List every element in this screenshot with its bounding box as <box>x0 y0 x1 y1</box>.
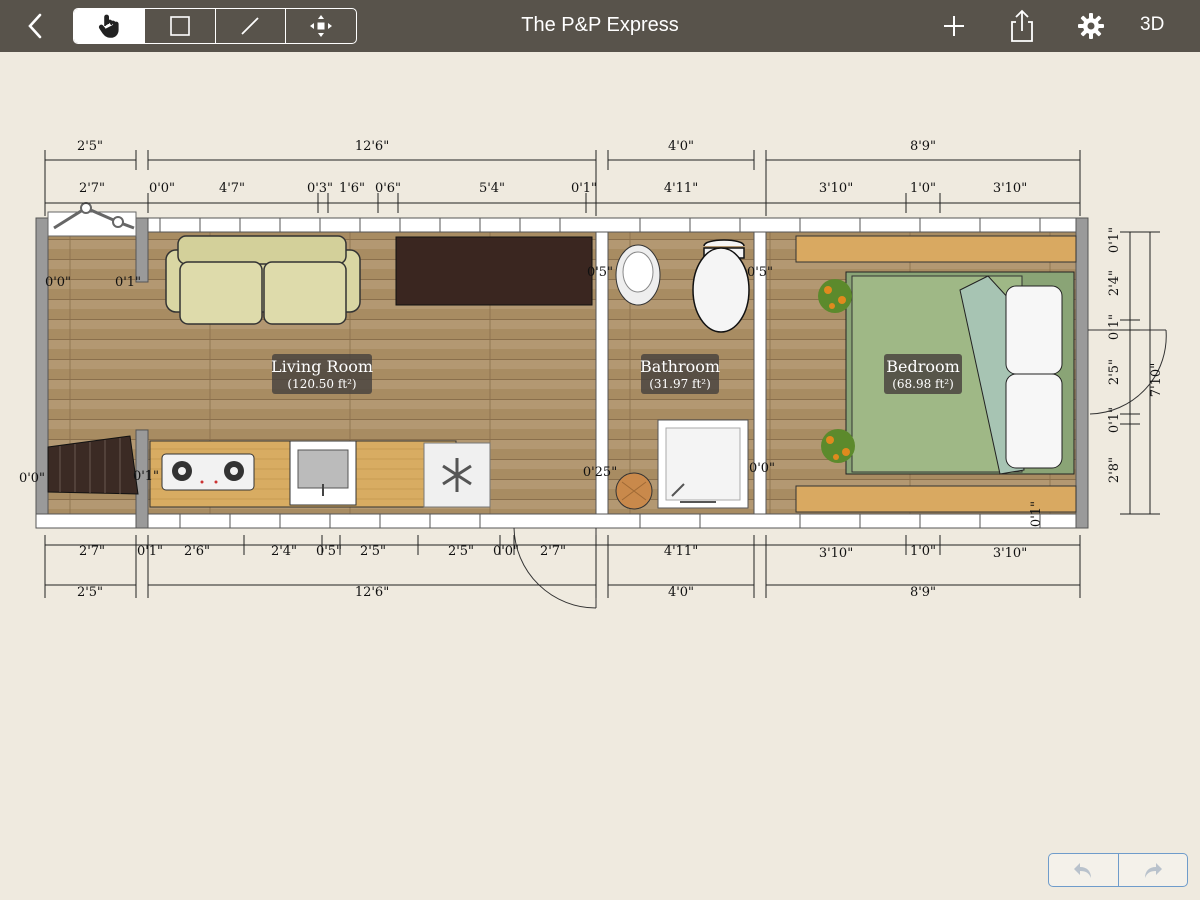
dim-wall: 0'0" <box>749 461 775 476</box>
room-label-bedroom: Bedroom (68.98 ft²) <box>884 354 962 394</box>
dim-top-inner: 2'7" <box>79 181 105 196</box>
dim-top-outer: 12'6" <box>355 139 389 154</box>
room-label-bathroom: Bathroom (31.97 ft²) <box>640 354 720 394</box>
dim-bottom-inner: 0'0" <box>493 544 519 559</box>
dim-bottom-inner: 2'6" <box>184 544 210 559</box>
line-icon <box>241 17 260 35</box>
dim-bottom-inner: 2'5" <box>360 544 386 559</box>
dim-wall: 0'1" <box>133 469 159 484</box>
bathroom-sink[interactable] <box>615 244 661 306</box>
gear-settings-icon[interactable] <box>1073 8 1109 44</box>
dim-bottom-outer: 4'0" <box>668 585 694 600</box>
dim-bottom-inner: 0'5" <box>316 544 342 559</box>
dim-top-inner: 4'7" <box>219 181 245 196</box>
tool-segmented-control <box>73 8 357 44</box>
plant-bottom[interactable] <box>821 429 855 463</box>
top-toolbar: The P&P Express 3D <box>0 0 1200 52</box>
undo-button[interactable] <box>1049 854 1119 886</box>
move-tool[interactable] <box>286 9 356 43</box>
room-area: (68.98 ft²) <box>892 377 954 391</box>
dim-right-inner: 0'1" <box>1107 314 1122 340</box>
rectangle-tool[interactable] <box>145 9 216 43</box>
plant-top[interactable] <box>818 279 852 313</box>
dim-bottom-inner: 0'1" <box>137 544 163 559</box>
dim-right-outer: 7'10" <box>1149 363 1164 397</box>
dim-wall: 0'0" <box>19 471 45 486</box>
dim-bottom-inner: 2'7" <box>540 544 566 559</box>
view-3d-button[interactable]: 3D <box>1140 14 1164 36</box>
dim-top-inner: 4'11" <box>664 181 698 196</box>
dim-bottom-outer: 2'5" <box>77 585 103 600</box>
dim-right-inner: 2'5" <box>1107 359 1122 385</box>
room-name: Living Room <box>271 357 373 376</box>
dim-right-inner: 2'8" <box>1107 457 1122 483</box>
dim-top-inner: 0'6" <box>375 181 401 196</box>
redo-arrow-icon <box>1144 863 1162 878</box>
front-door[interactable] <box>513 527 597 609</box>
dim-wall: 0'5" <box>587 265 613 280</box>
dim-top-outer: 8'9" <box>910 139 936 154</box>
dim-wall: 0'0" <box>45 275 71 290</box>
dim-right-inner: 2'4" <box>1107 270 1122 296</box>
dim-bottom-inner: 4'11" <box>664 544 698 559</box>
redo-button[interactable] <box>1119 854 1188 886</box>
dim-top-inner: 5'4" <box>479 181 505 196</box>
floor-plan-canvas[interactable]: Living Room (120.50 ft²) Bathroom (31.97… <box>0 52 1200 652</box>
shower[interactable] <box>657 419 749 509</box>
bath-stool[interactable] <box>615 472 653 510</box>
dim-bottom-inner: 2'5" <box>448 544 474 559</box>
room-area: (31.97 ft²) <box>649 377 711 391</box>
media-cabinet[interactable] <box>395 236 593 306</box>
add-plus-icon[interactable] <box>936 8 972 44</box>
dim-top-inner: 0'0" <box>149 181 175 196</box>
dim-right-inner: 0'1" <box>1107 227 1122 253</box>
dim-wall: 0'5" <box>747 265 773 280</box>
back-chevron-icon[interactable] <box>18 8 54 44</box>
undo-arrow-icon <box>1074 863 1092 878</box>
line-tool[interactable] <box>216 9 287 43</box>
dim-top-inner: 1'0" <box>910 181 936 196</box>
sofa[interactable] <box>165 235 361 325</box>
undo-redo-control <box>1048 853 1188 887</box>
dim-top-outer: 4'0" <box>668 139 694 154</box>
entry-hinge[interactable] <box>47 202 137 237</box>
room-area: (120.50 ft²) <box>287 377 356 391</box>
dim-bottom-inner: 3'10" <box>819 546 853 561</box>
room-name: Bedroom <box>886 357 960 376</box>
dim-top-outer: 2'5" <box>77 139 103 154</box>
dim-bottom-outer: 12'6" <box>355 585 389 600</box>
rectangle-icon <box>169 16 190 36</box>
dim-top-inner: 3'10" <box>993 181 1027 196</box>
dim-top-inner: 0'1" <box>571 181 597 196</box>
dim-top-inner: 0'3" <box>307 181 333 196</box>
dim-bottom-outer: 8'9" <box>910 585 936 600</box>
kitchen-sink[interactable] <box>289 440 357 506</box>
dim-wall: 0'1" <box>1029 501 1044 527</box>
dim-bottom-inner: 3'10" <box>993 546 1027 561</box>
dim-wall: 0'1" <box>115 275 141 290</box>
room-name: Bathroom <box>640 357 720 376</box>
share-icon[interactable] <box>1004 8 1040 44</box>
refrigerator[interactable] <box>423 442 491 508</box>
bedroom-shelf-top[interactable] <box>795 235 1077 263</box>
cooktop[interactable] <box>161 453 255 491</box>
document-title: The P&P Express <box>521 14 679 36</box>
dim-wall: 0'25" <box>583 465 617 480</box>
dim-bottom-inner: 1'0" <box>910 544 936 559</box>
dim-top-inner: 1'6" <box>339 181 365 196</box>
dim-top-inner: 3'10" <box>819 181 853 196</box>
room-label-living: Living Room (120.50 ft²) <box>271 354 373 394</box>
dim-right-inner: 0'1" <box>1107 407 1122 433</box>
dim-bottom-inner: 2'4" <box>271 544 297 559</box>
hand-pointer-icon <box>98 14 119 38</box>
lounge-chair[interactable] <box>47 435 139 495</box>
hand-select-tool[interactable] <box>74 9 145 43</box>
dim-bottom-inner: 2'7" <box>79 544 105 559</box>
move-arrows-icon <box>310 15 333 37</box>
